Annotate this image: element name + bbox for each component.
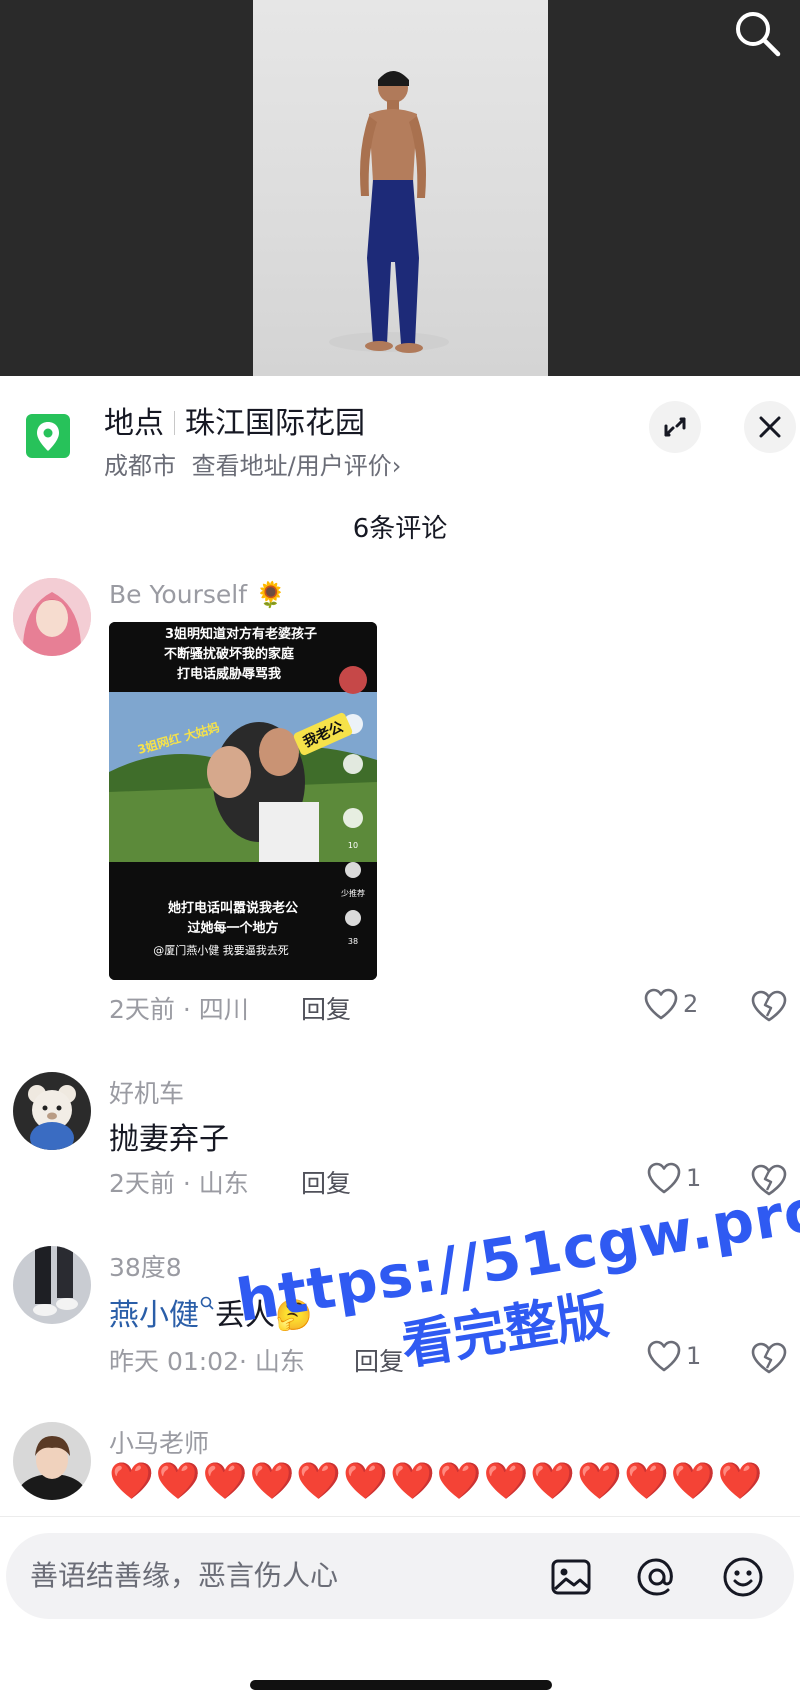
comment-text-body: 丢人 <box>215 1298 275 1333</box>
close-icon <box>759 416 781 438</box>
location-link[interactable]: 成都市 查看地址/用户评价› <box>104 446 401 481</box>
comment-meta: 2天前 · 山东 <box>109 1169 249 1198</box>
dislike-button[interactable] <box>749 1340 789 1376</box>
broken-heart-icon <box>751 1342 787 1374</box>
heart-outline-icon <box>647 1340 681 1372</box>
image-caption-line: @厦门燕小健 我要逼我去死 <box>153 943 289 957</box>
image-side-count: 10 <box>348 841 358 850</box>
at-mention-icon[interactable] <box>634 1554 680 1600</box>
avatar-image <box>13 1246 91 1324</box>
location-divider <box>174 411 175 435</box>
broken-heart-icon <box>751 990 787 1022</box>
video-person-figure <box>329 71 449 353</box>
image-side-count: 38 <box>348 937 358 946</box>
video-player[interactable] <box>0 0 800 376</box>
avatar-image <box>13 1072 91 1150</box>
reply-button[interactable]: 回复 <box>301 990 351 1026</box>
like-count: 1 <box>686 1342 702 1370</box>
heart-outline-icon <box>647 1162 681 1194</box>
avatar[interactable] <box>13 1422 91 1500</box>
expand-icon <box>664 417 686 437</box>
broken-heart-icon <box>751 1164 787 1196</box>
location-link-text: 查看地址/用户评价 <box>191 452 392 480</box>
comment-count: 6条评论 <box>352 514 448 544</box>
emoji-icon[interactable] <box>720 1554 766 1600</box>
dislike-button[interactable] <box>749 1162 789 1198</box>
comment-username[interactable]: 38度8 <box>109 1248 182 1284</box>
avatar[interactable] <box>13 578 91 656</box>
sunflower-emoji: 🌻 <box>254 580 287 609</box>
location-name: 珠江国际花园 <box>185 406 365 441</box>
comment-text: 抛妻弃子 <box>109 1122 229 1157</box>
dislike-button[interactable] <box>749 988 789 1024</box>
heart-outline-icon <box>644 988 678 1020</box>
comment-username[interactable]: Be Yourself 🌻 <box>109 580 286 610</box>
avatar-image <box>13 1422 91 1500</box>
location-pin-icon <box>26 414 70 458</box>
comment-time: 2天前 <box>109 995 175 1024</box>
like-button[interactable]: 1 <box>646 1339 701 1373</box>
reply-button[interactable]: 回复 <box>301 1164 351 1200</box>
comment-region: 山东 <box>198 1169 249 1198</box>
comment-input[interactable] <box>30 1553 530 1597</box>
image-side-count: 少推荐 <box>341 888 365 898</box>
comment-text: ❤️❤️❤️❤️❤️❤️❤️❤️❤️❤️❤️❤️❤️❤️ <box>109 1461 765 1502</box>
comment-region: 山东 <box>254 1347 305 1376</box>
comment-time: 2天前 <box>109 1169 175 1198</box>
comment-image[interactable]: 我老公 3姐网红 大姑妈 3姐明知道对方有老婆孩子 不断骚扰破坏我的家庭 打电话… <box>109 622 377 980</box>
comment-username[interactable]: 好机车 <box>109 1074 184 1110</box>
search-icon[interactable] <box>730 6 784 60</box>
comment-time: 昨天 01:02 <box>109 1347 239 1376</box>
expand-button[interactable] <box>649 401 701 453</box>
location-title[interactable]: 地点 珠江国际花园 <box>104 398 365 442</box>
like-count: 1 <box>686 1164 702 1192</box>
comment-username-text: Be Yourself <box>109 580 248 609</box>
image-caption-line: 不断骚扰破坏我的家庭 <box>164 646 295 662</box>
comment-meta: 昨天 01:02· 山东 <box>109 1347 305 1376</box>
like-button[interactable]: 1 <box>646 1161 701 1195</box>
like-button[interactable]: 2 <box>643 987 698 1021</box>
image-caption-line: 打电话威胁辱骂我 <box>177 666 281 682</box>
comment-username[interactable]: 小马老师 <box>109 1424 209 1460</box>
like-count: 2 <box>683 990 699 1018</box>
avatar-image <box>13 578 91 656</box>
thinking-emoji: 🤔 <box>275 1298 313 1333</box>
comment-text: 燕小健 丢人🤔 <box>109 1290 312 1334</box>
image-caption-line: 她打电话叫嚣说我老公 <box>168 900 298 916</box>
chevron-right-icon: › <box>391 452 402 480</box>
video-frame <box>253 0 548 376</box>
avatar[interactable] <box>13 1072 91 1150</box>
location-city: 成都市 <box>104 452 176 480</box>
image-caption-line: 3姐明知道对方有老婆孩子 <box>165 626 317 642</box>
comment-image-content: 我老公 3姐网红 大姑妈 3姐明知道对方有老婆孩子 不断骚扰破坏我的家庭 打电话… <box>109 622 377 980</box>
image-icon[interactable] <box>548 1554 594 1600</box>
close-button[interactable] <box>744 401 796 453</box>
search-small-icon[interactable] <box>199 1296 215 1333</box>
comment-meta: 2天前 · 四川 <box>109 995 249 1024</box>
image-caption-line: 过她每一个地方 <box>187 920 278 936</box>
mention-link[interactable]: 燕小健 <box>109 1298 199 1333</box>
location-label: 地点 <box>104 406 164 441</box>
reply-button[interactable]: 回复 <box>354 1342 404 1378</box>
comment-region: 四川 <box>198 995 249 1024</box>
home-indicator <box>250 1680 552 1690</box>
avatar[interactable] <box>13 1246 91 1324</box>
